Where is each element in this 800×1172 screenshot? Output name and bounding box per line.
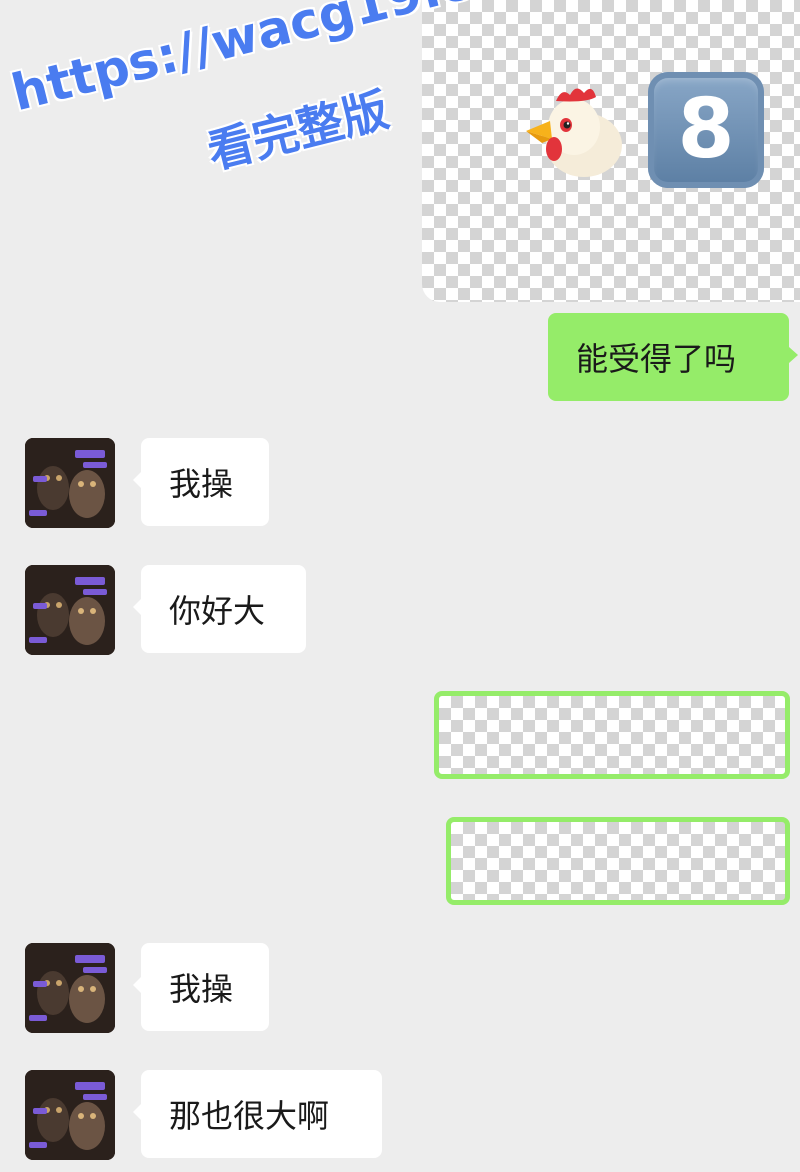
avatar[interactable]: [25, 438, 115, 528]
avatar[interactable]: [25, 565, 115, 655]
avatar[interactable]: [25, 1070, 115, 1160]
message-bubble-received[interactable]: 我操: [133, 438, 269, 526]
message-bubble-received[interactable]: 你好大: [133, 565, 306, 653]
message-bubble-received[interactable]: 我操: [133, 943, 269, 1031]
avatar[interactable]: [25, 943, 115, 1033]
message-text: 我操: [169, 970, 234, 1008]
message-image-sent[interactable]: [446, 817, 790, 905]
message-text: 那也很大啊: [169, 1097, 330, 1135]
message-image-sent[interactable]: [434, 691, 790, 779]
rooster-icon: [526, 88, 622, 177]
message-bubble-sent[interactable]: 能受得了吗: [548, 313, 798, 401]
message-text: 能受得了吗: [576, 340, 737, 378]
keycap-digit: 8: [677, 82, 735, 177]
keycap-8-icon: 8: [648, 72, 764, 188]
image-message-emoji[interactable]: 8: [422, 0, 800, 302]
message-text: 你好大: [169, 592, 266, 630]
message-bubble-received[interactable]: 那也很大啊: [133, 1070, 382, 1158]
message-text: 我操: [169, 465, 234, 503]
emoji-row: 8: [522, 72, 764, 188]
watermark-caption: 看完整版: [202, 82, 394, 180]
